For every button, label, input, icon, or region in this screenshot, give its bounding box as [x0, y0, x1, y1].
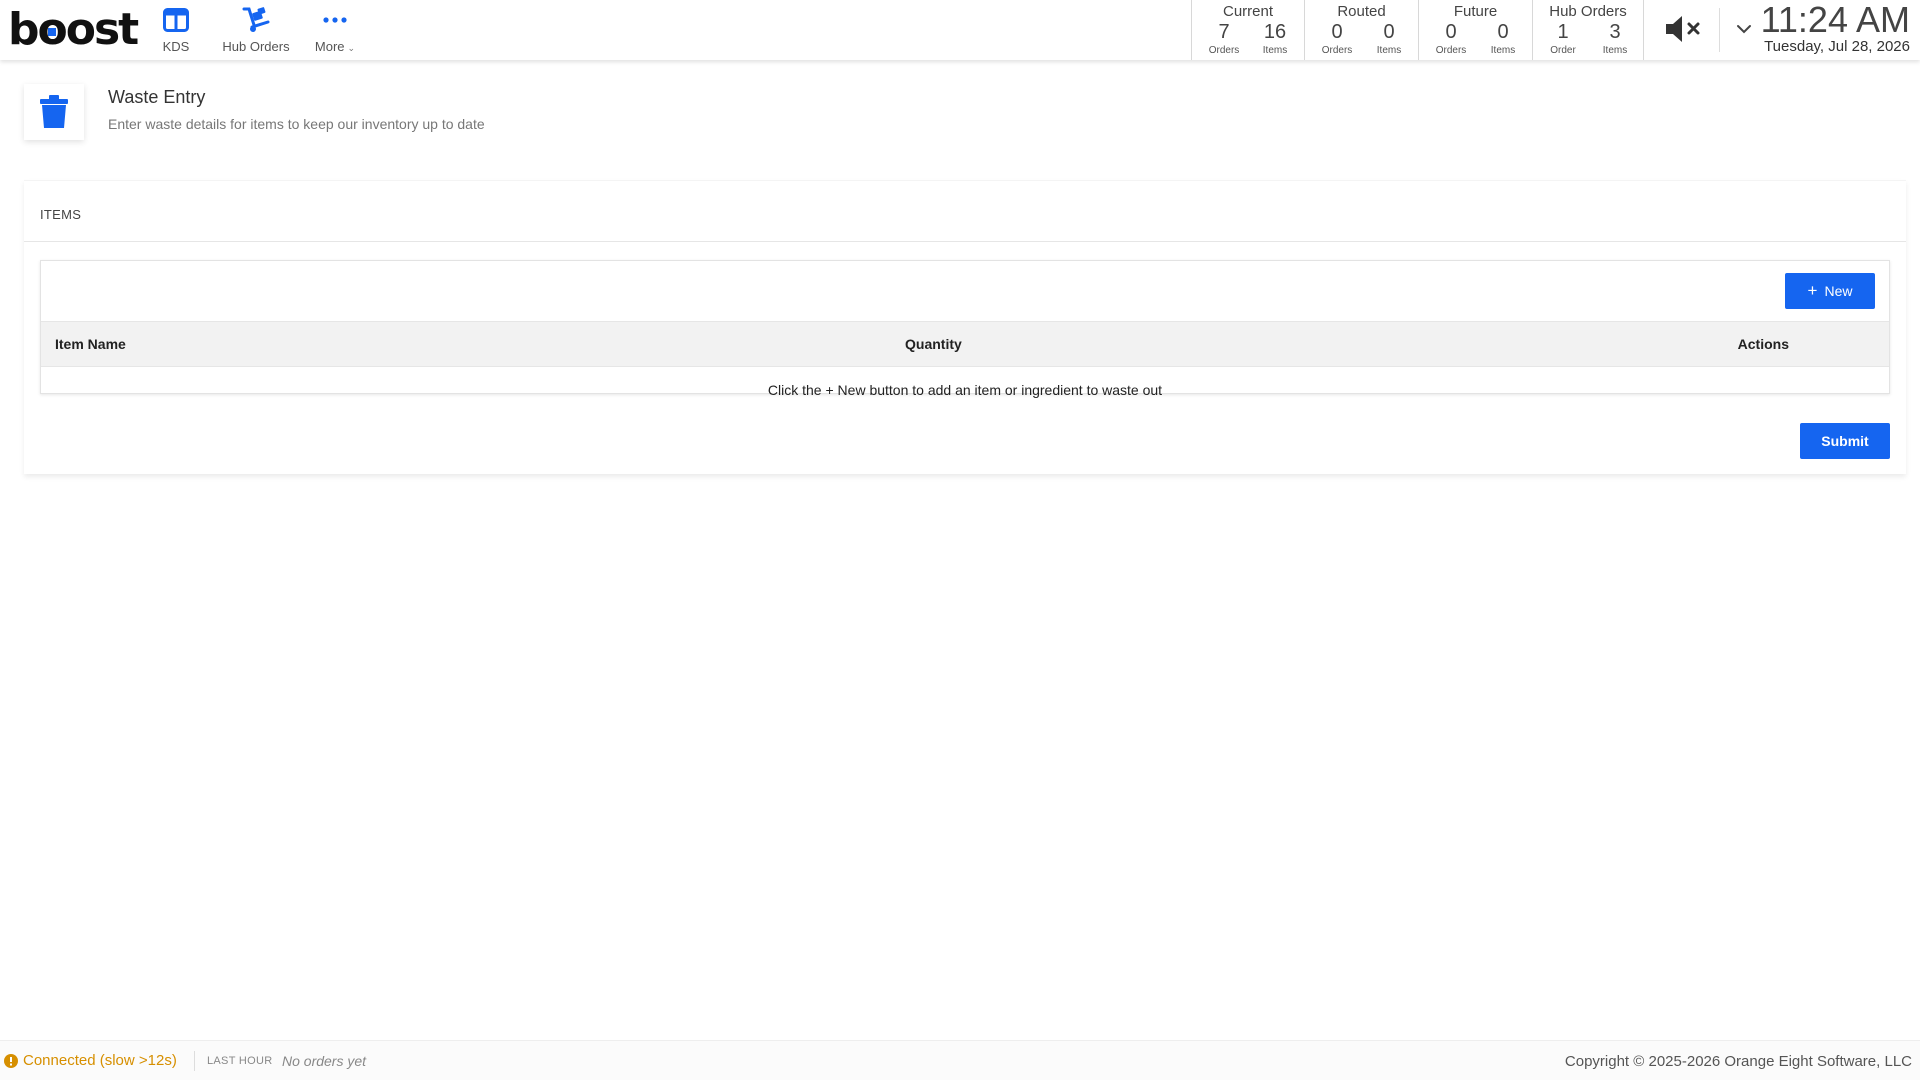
page-title: Waste Entry: [108, 87, 206, 107]
logo-o: o: [37, 4, 68, 55]
clock-time: 11:24 AM: [1760, 0, 1910, 40]
stat-hub-order: 1 Order: [1550, 21, 1576, 56]
nav-hub-label: Hub Orders: [222, 39, 290, 54]
card-header: ITEMS: [24, 180, 1906, 242]
stat-routed-orders: 0 Orders: [1321, 21, 1353, 56]
stat-future-items: 0 Items: [1490, 21, 1516, 56]
items-table: + New Item Name Quantity Actions Click t…: [40, 260, 1890, 398]
stat-future-orders: 0 Orders: [1435, 21, 1467, 56]
stat-routed-items: 0 Items: [1376, 21, 1402, 56]
plus-icon: +: [1807, 281, 1818, 300]
new-item-button[interactable]: + New: [1785, 273, 1875, 309]
nav-more-label: More ⌄: [314, 39, 356, 54]
submit-button[interactable]: Submit: [1800, 423, 1890, 459]
empty-table-message: Click the + New button to add an item or…: [767, 382, 1163, 398]
clock-date: Tuesday, Jul 28, 2026: [1764, 38, 1910, 55]
nav-kds[interactable]: KDS: [160, 6, 192, 54]
last-hour-label: LAST HOUR: [207, 1055, 273, 1067]
page-icon-box: [24, 84, 84, 140]
nav-more[interactable]: More ⌄: [312, 6, 358, 54]
items-section-label: ITEMS: [40, 207, 82, 222]
table-header: Item Name Quantity Actions: [41, 321, 1889, 367]
kds-icon: [163, 6, 189, 34]
column-header-actions: Actions: [1737, 336, 1789, 352]
stat-current[interactable]: Current 7 Orders 16 Items: [1191, 0, 1304, 60]
trash-icon: [40, 95, 68, 128]
stat-current-items: 16 Items: [1262, 21, 1288, 56]
stat-future[interactable]: Future 0 Orders 0 Items: [1418, 0, 1532, 60]
sound-muted-icon[interactable]: [1664, 14, 1704, 44]
page-subtitle: Enter waste details for items to keep ou…: [108, 116, 485, 132]
nav-hub-orders[interactable]: Hub Orders: [218, 6, 294, 54]
last-hour-value: No orders yet: [282, 1053, 367, 1069]
chevron-down-icon[interactable]: [1736, 22, 1752, 34]
footer: Connected (slow >12s) LAST HOUR No order…: [0, 1040, 1920, 1080]
copyright-text: Copyright © 2025-2026 Orange Eight Softw…: [1564, 1053, 1912, 1070]
header-divider: [1719, 8, 1720, 52]
stat-current-orders: 7 Orders: [1208, 21, 1240, 56]
connection-status: Connected (slow >12s): [23, 1052, 177, 1069]
warning-circle-icon: [4, 1054, 18, 1068]
top-header: boost KDS Hub Orders More ⌄ Current 7 Or…: [0, 0, 1920, 60]
boost-logo[interactable]: boost: [8, 4, 139, 55]
items-card: ITEMS + New Item Name Quantity Actions C…: [24, 180, 1906, 474]
hand-truck-icon: [241, 6, 271, 34]
column-header-quantity[interactable]: Quantity: [905, 336, 962, 352]
stat-hub-orders[interactable]: Hub Orders 1 Order 3 Items: [1532, 0, 1644, 60]
nav-kds-label: KDS: [162, 39, 190, 54]
more-dots-icon: [323, 6, 347, 34]
column-header-item-name[interactable]: Item Name: [55, 336, 126, 352]
table-toolbar: + New: [41, 261, 1889, 321]
stat-routed[interactable]: Routed 0 Orders 0 Items: [1304, 0, 1418, 60]
stat-hub-items: 3 Items: [1602, 21, 1628, 56]
caret-down-icon: ⌄: [347, 43, 356, 53]
footer-divider: [194, 1051, 195, 1071]
